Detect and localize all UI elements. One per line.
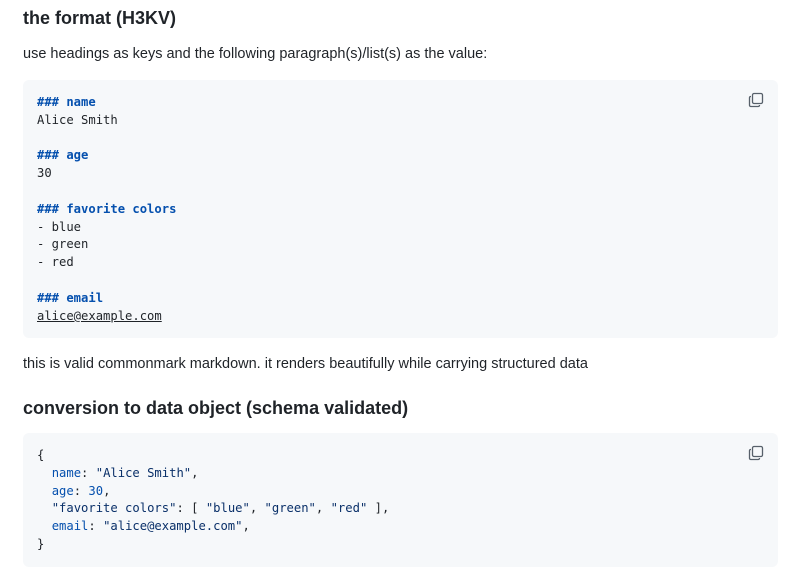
section-heading-conversion: conversion to data object (schema valida… [23,398,409,418]
copy-button[interactable] [748,445,764,461]
brace-close: } [37,536,45,551]
heading-key-email: ### email [37,290,104,305]
heading-key-age: ### age [37,148,89,163]
value-name: Alice Smith [37,112,118,127]
val-age: 30 [88,483,104,498]
key-name: name [51,465,82,480]
val-color-2: "green" [264,501,316,516]
value-color-2: - green [37,237,89,252]
heading-key-name: ### name [37,95,96,109]
val-color-3: "red" [330,501,368,516]
value-color-3: - red [37,255,74,270]
note-paragraph: this is valid commonmark markdown. it re… [23,356,588,372]
key-email: email [51,519,89,534]
value-age: 30 [37,166,52,181]
val-name: "Alice Smith" [95,465,192,480]
section-heading-format: the format (H3KV) [23,8,177,28]
array-open: [ [191,501,206,516]
markdown-code-block: ### name Alice Smith ### age 30 ### favorite… [23,80,778,338]
brace-open: { [37,448,45,462]
key-age: age [51,483,74,498]
json-code-block: { name: "Alice Smith", age: 30, "favorit… [23,433,778,567]
copy-icon [748,445,764,461]
val-color-1: "blue" [205,501,250,516]
val-email: "alice@example.com" [103,519,243,534]
email-link[interactable]: alice@example.com [37,309,162,323]
copy-button[interactable] [748,92,764,108]
heading-key-colors: ### favorite colors [37,201,177,216]
array-close: ] [367,501,382,516]
copy-icon [748,92,764,108]
key-colors: "favorite colors" [51,501,177,516]
intro-paragraph: use headings as keys and the following p… [23,46,488,62]
value-color-1: - blue [37,219,82,234]
